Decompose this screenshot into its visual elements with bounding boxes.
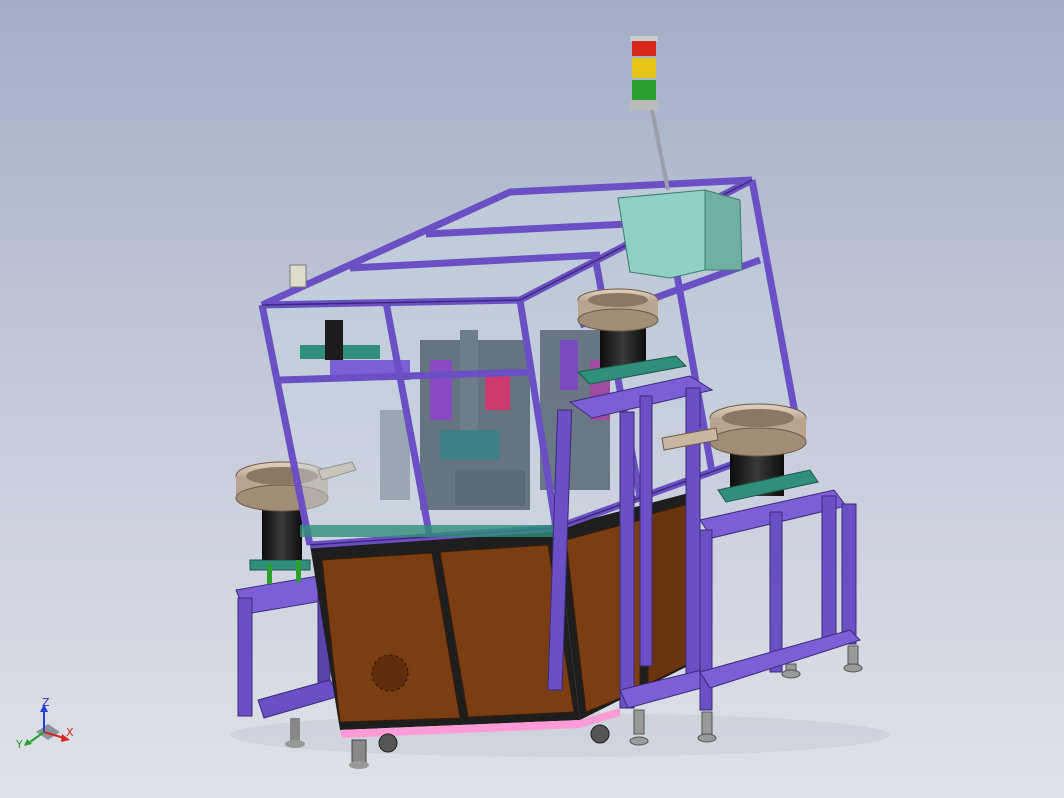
- axis-x-label: X: [66, 726, 74, 739]
- graphics-viewport[interactable]: Z X Y: [0, 0, 1064, 798]
- machine-3d-model[interactable]: [0, 0, 1064, 798]
- axis-triad: Z X Y: [15, 698, 74, 751]
- signal-light-green: [632, 80, 656, 100]
- signal-light-red: [632, 40, 656, 56]
- signal-light-yellow: [632, 58, 656, 78]
- signal-tower: [630, 36, 670, 191]
- axis-y-label: Y: [15, 738, 23, 751]
- axis-z-label: Z: [42, 698, 50, 709]
